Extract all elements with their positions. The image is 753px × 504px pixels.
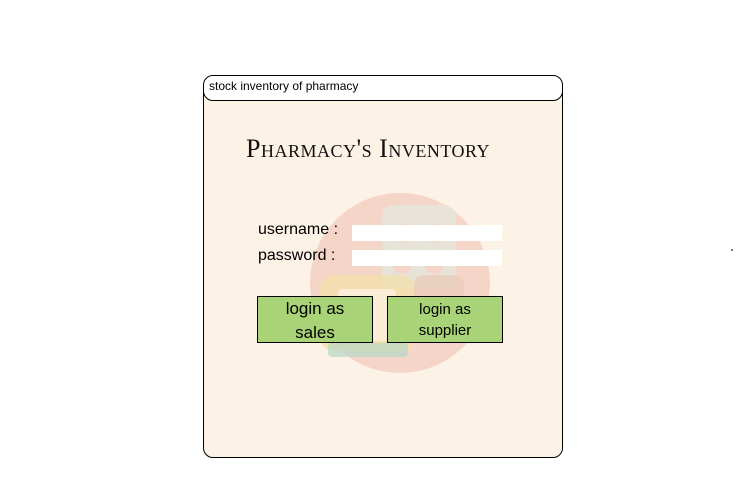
login-as-sales-button[interactable]: login as sales bbox=[257, 296, 373, 343]
username-field[interactable] bbox=[352, 225, 502, 241]
pharmacy-pills-logo-icon bbox=[310, 193, 490, 373]
username-label: username : bbox=[258, 221, 339, 238]
title-bar: stock inventory of pharmacy bbox=[204, 76, 562, 101]
login-window: stock inventory of pharmacy Pharmacy's I… bbox=[203, 75, 563, 458]
login-as-sales-label-line2: sales bbox=[295, 322, 335, 342]
login-as-sales-label-line1: login as bbox=[285, 299, 345, 318]
page-title: Pharmacy's Inventory bbox=[246, 134, 490, 163]
window-title: stock inventory of pharmacy bbox=[209, 79, 359, 93]
login-as-supplier-label-line1: login as bbox=[419, 300, 471, 318]
stray-dot bbox=[731, 249, 733, 251]
password-label: password : bbox=[258, 247, 336, 264]
login-as-supplier-label-line2: supplier bbox=[418, 321, 472, 339]
password-field[interactable] bbox=[352, 250, 502, 266]
page: stock inventory of pharmacy Pharmacy's I… bbox=[0, 0, 753, 504]
login-as-supplier-button[interactable]: login as supplier bbox=[387, 296, 503, 343]
